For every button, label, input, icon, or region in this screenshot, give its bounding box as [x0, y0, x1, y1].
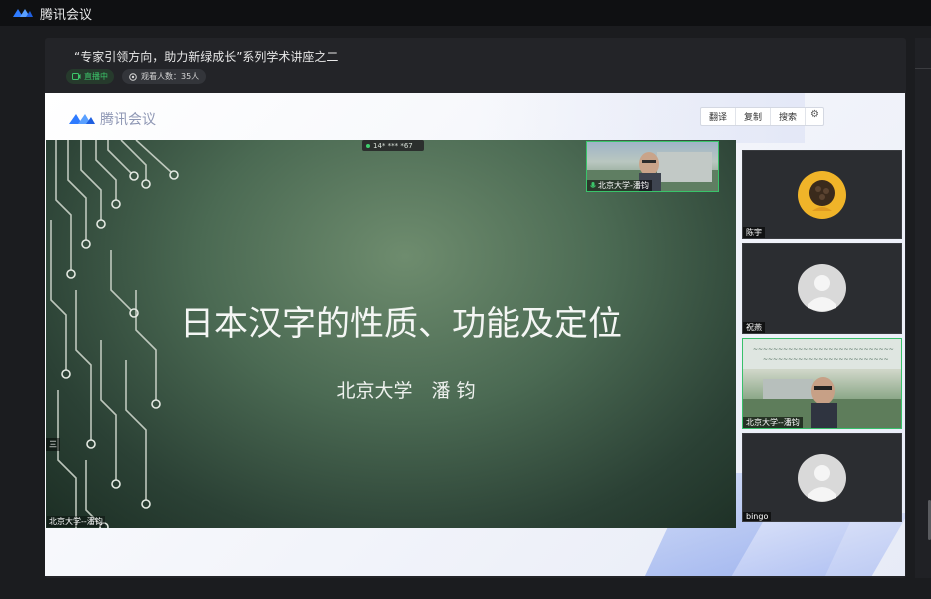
pip-name-label: 北京大学-潘钧 [587, 180, 652, 191]
participant-name: bingo [743, 512, 772, 521]
viewer-count: 观看人数：35人 [141, 72, 200, 81]
participant-name: 陈宇 [743, 227, 765, 238]
stage-logo-text: 腾讯会议 [100, 112, 156, 128]
right-gutter [915, 38, 931, 578]
title-bar: 腾讯会议 [0, 0, 931, 26]
meeting-title: “专家引领方向，助力新绿成长”系列学术讲座之二 [74, 50, 339, 64]
eye-icon [129, 72, 137, 81]
stage-logo: 腾讯会议 [68, 109, 156, 129]
live-camera-icon [72, 73, 81, 80]
copy-button[interactable]: 复制 [736, 108, 772, 125]
participant-tile[interactable]: 祝燕 [742, 243, 902, 334]
slide-subtitle: 北京大学 潘 钧 [336, 380, 476, 402]
app-name: 腾讯会议 [40, 7, 93, 23]
presentation-slide: 日本汉字的性质、功能及定位 北京大学 潘 钧 [46, 140, 736, 528]
default-user-icon [808, 275, 836, 311]
avatar [798, 171, 846, 219]
live-badge: 直播中 [66, 69, 114, 84]
participant-video: ~~~~~~~~~~~~~~~~~~~~~~~~~~~~ ~~~~~~~~~~~… [743, 339, 901, 428]
live-label: 直播中 [84, 72, 108, 81]
bottom-bar [0, 578, 931, 599]
microphone-icon [590, 182, 596, 188]
avatar [798, 454, 846, 502]
avatar [798, 264, 846, 312]
circuit-decoration-icon [50, 140, 179, 528]
svg-text:~~~~~~~~~~~~~~~~~~~~~~~~~: ~~~~~~~~~~~~~~~~~~~~~~~~~ [763, 356, 889, 363]
participant-video-icon: ~~~~~~~~~~~~~~~~~~~~~~~~~~~~ ~~~~~~~~~~~… [743, 339, 901, 428]
svg-text:~~~~~~~~~~~~~~~~~~~~~~~~~~~~: ~~~~~~~~~~~~~~~~~~~~~~~~~~~~ [753, 346, 894, 353]
search-button[interactable]: 搜索 [771, 108, 807, 125]
presenter-pip-video[interactable]: 北京大学-潘钧 [586, 141, 719, 192]
gear-icon[interactable]: ⚙ [806, 108, 823, 125]
tencent-meeting-logo-icon [69, 114, 95, 124]
participant-tile[interactable]: bingo [742, 433, 902, 522]
signal-dot-icon [366, 143, 370, 148]
floating-toolbar: 翻译 复制 搜索 ⚙ [700, 107, 825, 126]
network-id: 14* *** *67 [373, 141, 413, 150]
viewer-count-badge: 观看人数：35人 [122, 69, 207, 84]
side-tag: 三 [46, 438, 60, 451]
participant-name: 祝燕 [743, 322, 765, 333]
user-photo-icon [798, 171, 846, 219]
translate-button[interactable]: 翻译 [701, 108, 737, 125]
participant-tile[interactable]: 陈宇 [742, 150, 902, 239]
participant-name: 北京大学--潘钧 [743, 417, 803, 428]
slide-title: 日本汉字的性质、功能及定位 [180, 304, 622, 344]
tencent-meeting-logo-icon [13, 9, 33, 17]
presenter-overlay-label: 北京大学--潘钧 [47, 516, 105, 527]
default-user-icon [808, 465, 836, 501]
status-row: 直播中 观看人数：35人 [66, 69, 207, 84]
participant-tile-active[interactable]: ~~~~~~~~~~~~~~~~~~~~~~~~~~~~ ~~~~~~~~~~~… [742, 338, 902, 429]
app-logo: 腾讯会议 [12, 4, 92, 23]
network-indicator: 14* *** *67 [362, 140, 424, 151]
